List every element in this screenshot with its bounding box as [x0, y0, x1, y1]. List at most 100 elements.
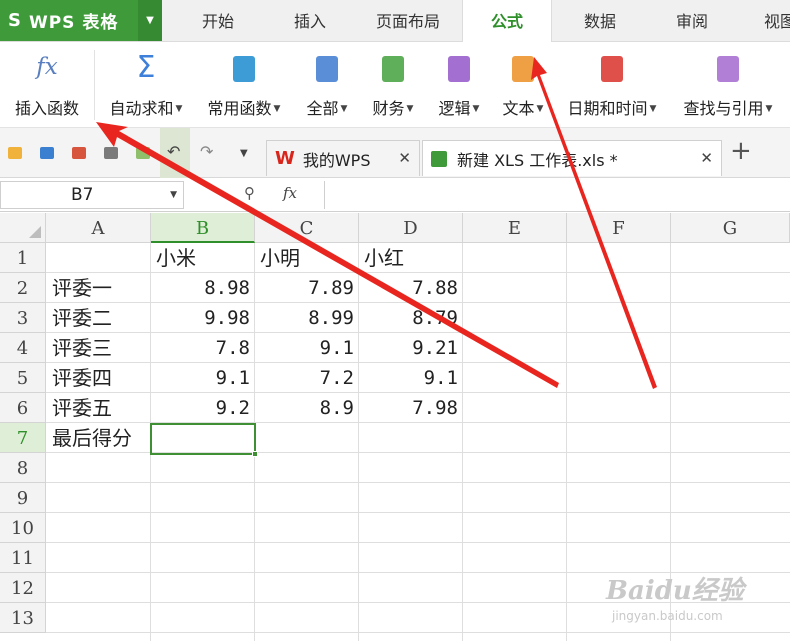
cell-d1[interactable]: 小红: [359, 243, 462, 273]
cell-c2[interactable]: 7.89: [255, 273, 358, 303]
cell-a2[interactable]: 评委一: [47, 273, 150, 303]
cell-b2[interactable]: 8.98: [151, 273, 254, 303]
cell-d4[interactable]: 9.21: [359, 333, 462, 363]
column-header-e[interactable]: E: [463, 213, 567, 243]
cell-c4[interactable]: 9.1: [255, 333, 358, 363]
magnifier-book-icon: [717, 56, 739, 82]
column-header-c[interactable]: C: [255, 213, 359, 243]
lookup-reference-button[interactable]: 查找与引用 ▼: [674, 42, 782, 128]
tab-home[interactable]: 开始: [178, 0, 258, 42]
cell-a3[interactable]: 评委二: [47, 303, 150, 333]
cell-c3[interactable]: 8.99: [255, 303, 358, 333]
cell-a6[interactable]: 评委五: [47, 393, 150, 423]
doc-tab-label: 我的WPS: [302, 150, 371, 170]
cell-d2[interactable]: 7.88: [359, 273, 462, 303]
common-functions-label: 常用函数: [207, 99, 272, 118]
datetime-button[interactable]: 日期和时间 ▼: [558, 42, 666, 128]
watermark-brand: Baidu经验: [606, 576, 744, 606]
row-header-8[interactable]: 8: [0, 453, 46, 483]
doc-tab-my-wps[interactable]: W 我的WPS ✕: [266, 140, 420, 176]
menu-bar: S WPS 表格 ▼ 开始 插入 页面布局 公式 数据 审阅 视图: [0, 0, 790, 43]
cell-b6[interactable]: 9.2: [151, 393, 254, 423]
finance-book-icon: [382, 56, 404, 82]
print-icon[interactable]: [104, 147, 118, 159]
autosum-label: 自动求和: [109, 99, 174, 118]
row-header-7[interactable]: 7: [0, 423, 46, 453]
lookup-reference-label: 查找与引用: [683, 99, 764, 118]
column-header-a[interactable]: A: [46, 213, 151, 243]
cell-b3[interactable]: 9.98: [151, 303, 254, 333]
tab-review[interactable]: 审阅: [652, 0, 732, 42]
financial-button[interactable]: 财务 ▼: [362, 42, 424, 128]
row-header-1[interactable]: 1: [0, 243, 46, 273]
cell-b1[interactable]: 小米: [151, 243, 254, 273]
cell-b5[interactable]: 9.1: [151, 363, 254, 393]
formula-input[interactable]: [324, 181, 790, 209]
row-header-2[interactable]: 2: [0, 273, 46, 303]
selected-cell-b7[interactable]: [150, 423, 258, 457]
wps-w-icon: W: [275, 148, 295, 169]
redo-icon[interactable]: ↷: [200, 142, 213, 161]
insert-function-fx-icon[interactable]: fx: [283, 184, 297, 202]
tab-view[interactable]: 视图: [752, 0, 790, 42]
row-header-5[interactable]: 5: [0, 363, 46, 393]
open-folder-icon[interactable]: [8, 147, 22, 159]
chevron-down-icon[interactable]: ▼: [170, 182, 177, 209]
column-header-d[interactable]: D: [359, 213, 463, 243]
all-functions-button[interactable]: 全部 ▼: [296, 42, 358, 128]
cell-d6[interactable]: 7.98: [359, 393, 462, 423]
close-icon[interactable]: ✕: [700, 149, 713, 167]
app-menu-button[interactable]: S WPS 表格 ▼: [0, 0, 162, 41]
quick-access-toolbar: ↶ ↷ ▼ W 我的WPS ✕ 新建 XLS 工作表.xls * ✕: [0, 128, 790, 178]
doc-tab-workbook[interactable]: 新建 XLS 工作表.xls * ✕: [422, 140, 722, 176]
row-header-9[interactable]: 9: [0, 483, 46, 513]
select-all-corner[interactable]: [0, 213, 46, 243]
undo-button[interactable]: ↶: [160, 128, 190, 178]
cell-b4[interactable]: 7.8: [151, 333, 254, 363]
text-functions-button[interactable]: 文本 ▼: [492, 42, 554, 128]
row-header-3[interactable]: 3: [0, 303, 46, 333]
tab-insert[interactable]: 插入: [270, 0, 350, 42]
zoom-magnifier-icon[interactable]: ⚲: [244, 184, 255, 202]
close-icon[interactable]: ✕: [398, 149, 411, 167]
customize-chevron-icon[interactable]: ▼: [240, 148, 248, 159]
column-header-g[interactable]: G: [671, 213, 790, 243]
cell-d5[interactable]: 9.1: [359, 363, 462, 393]
row-header-13[interactable]: 13: [0, 603, 46, 633]
tab-formulas[interactable]: 公式: [462, 0, 552, 43]
chevron-down-icon: ▼: [340, 104, 348, 114]
cell-a7[interactable]: 最后得分: [47, 423, 150, 453]
chevron-down-icon: ▼: [536, 104, 544, 114]
print-preview-icon[interactable]: [136, 147, 150, 159]
insert-function-label: 插入函数: [14, 99, 79, 118]
autosum-button[interactable]: Σ 自动求和 ▼: [100, 42, 192, 128]
insert-function-button[interactable]: fx 插入函数: [4, 42, 90, 128]
save-icon[interactable]: [40, 147, 54, 159]
cell-c6[interactable]: 8.9: [255, 393, 358, 423]
formula-bar: B7 ▼ ⚲ fx: [0, 178, 790, 212]
new-tab-plus-icon[interactable]: +: [730, 136, 752, 166]
chevron-down-icon[interactable]: ▼: [138, 0, 162, 41]
cell-a5[interactable]: 评委四: [47, 363, 150, 393]
cell-d3[interactable]: 8.79: [359, 303, 462, 333]
row-header-4[interactable]: 4: [0, 333, 46, 363]
row-header-10[interactable]: 10: [0, 513, 46, 543]
cell-c5[interactable]: 7.2: [255, 363, 358, 393]
book-icon: [316, 56, 338, 82]
column-header-f[interactable]: F: [567, 213, 671, 243]
chevron-down-icon: ▼: [765, 104, 773, 114]
export-pdf-icon[interactable]: [72, 147, 86, 159]
tab-data[interactable]: 数据: [560, 0, 640, 42]
fill-handle[interactable]: [252, 451, 258, 457]
cell-a4[interactable]: 评委三: [47, 333, 150, 363]
logical-button[interactable]: 逻辑 ▼: [428, 42, 490, 128]
row-header-11[interactable]: 11: [0, 543, 46, 573]
common-functions-button[interactable]: 常用函数 ▼: [198, 42, 290, 128]
column-header-b[interactable]: B: [151, 213, 255, 243]
row-header-6[interactable]: 6: [0, 393, 46, 423]
name-box-value: B7: [71, 185, 94, 205]
cell-c1[interactable]: 小明: [255, 243, 358, 273]
tab-page-layout[interactable]: 页面布局: [360, 0, 456, 42]
row-header-12[interactable]: 12: [0, 573, 46, 603]
name-box[interactable]: B7 ▼: [0, 181, 184, 209]
